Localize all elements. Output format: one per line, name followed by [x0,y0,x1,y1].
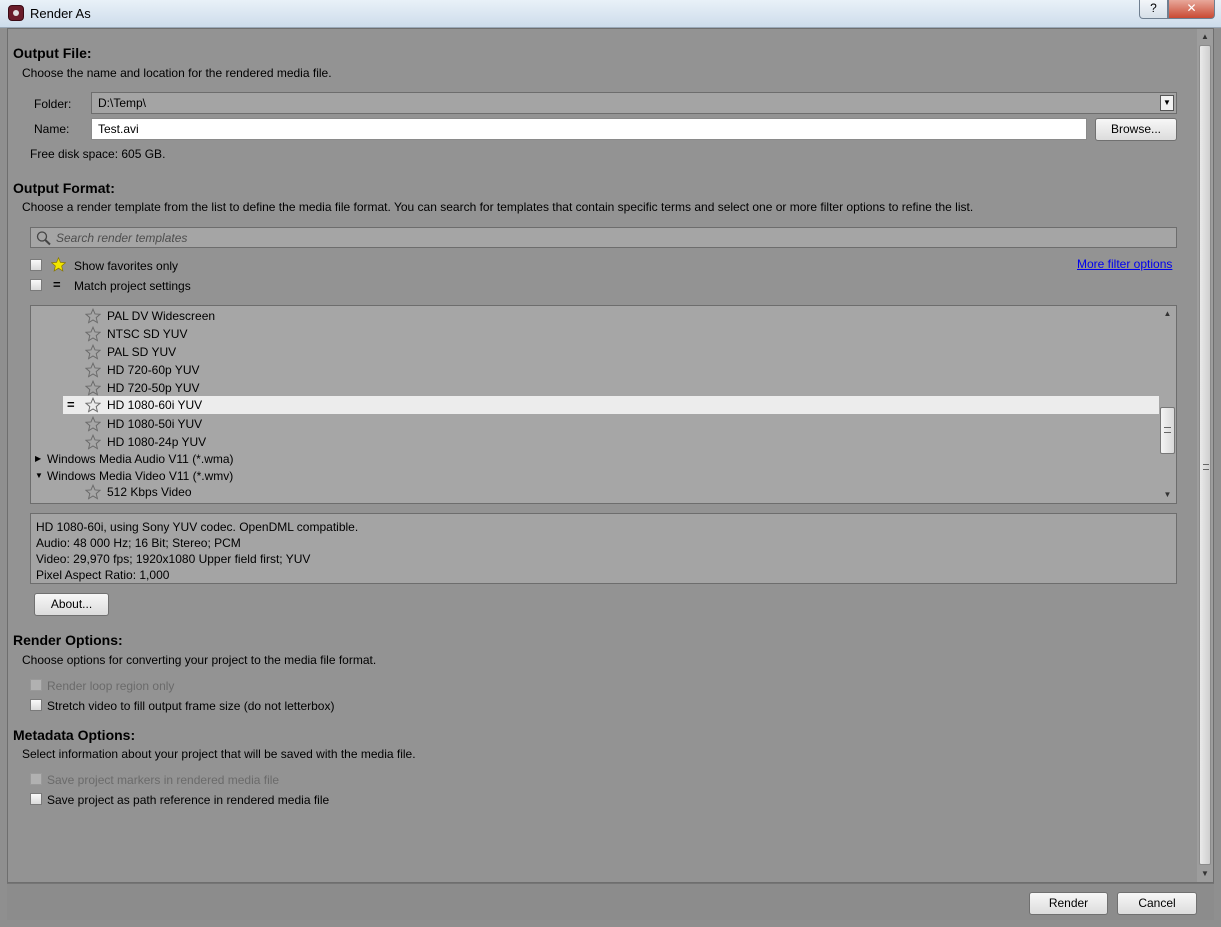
search-icon [36,231,51,246]
metadata-options-heading: Metadata Options: [13,727,136,743]
star-outline-icon[interactable] [85,308,101,324]
scroll-up-icon[interactable]: ▲ [1159,306,1176,322]
help-button[interactable]: ? [1139,0,1168,19]
close-button[interactable]: ✕ [1168,0,1215,19]
template-item[interactable]: PAL DV Widescreen [31,307,1159,325]
star-outline-icon[interactable] [85,484,101,500]
match-project-label: Match project settings [74,279,191,293]
template-item[interactable]: HD 720-50p YUV [31,379,1159,397]
star-outline-icon[interactable] [85,380,101,396]
group-label: Windows Media Video V11 (*.wmv) [47,469,234,483]
template-details: HD 1080-60i, using Sony YUV codec. OpenD… [30,513,1177,584]
template-label: PAL SD YUV [107,345,177,359]
render-options-heading: Render Options: [13,632,123,648]
save-path-reference-label: Save project as path reference in render… [47,793,330,807]
template-label: HD 1080-24p YUV [107,435,207,449]
scrollbar-thumb[interactable] [1160,407,1175,454]
template-label: HD 720-50p YUV [107,381,200,395]
template-group-wma[interactable]: ▶ Windows Media Audio V11 (*.wma) [31,450,1159,468]
render-loop-region-label: Render loop region only [47,679,175,693]
show-favorites-label: Show favorites only [74,259,179,273]
browse-button[interactable]: Browse... [1095,118,1177,141]
name-input[interactable]: Test.avi [91,118,1087,140]
folder-dropdown[interactable]: D:\Temp\ [91,92,1177,114]
folder-label: Folder: [34,97,72,111]
template-label: HD 1080-50i YUV [107,417,203,431]
template-label: NTSC SD YUV [107,327,188,341]
star-outline-icon[interactable] [85,326,101,342]
star-outline-icon[interactable] [85,362,101,378]
stretch-video-label: Stretch video to fill output frame size … [47,699,335,713]
star-outline-icon[interactable] [85,434,101,450]
template-list[interactable]: PAL DV Widescreen NTSC SD YUV PAL SD YUV… [30,305,1177,504]
template-search[interactable]: Search render templates [30,227,1177,248]
render-options-description: Choose options for converting your proje… [22,653,377,667]
group-label: Windows Media Audio V11 (*.wma) [47,452,234,466]
save-markers-checkbox[interactable] [30,773,42,785]
search-placeholder: Search render templates [56,231,188,245]
name-label: Name: [34,122,70,136]
output-format-description: Choose a render template from the list t… [22,200,974,214]
template-item[interactable]: NTSC SD YUV [31,325,1159,343]
output-file-heading: Output File: [13,45,92,61]
dialog-scrollbar[interactable]: ▲ ▼ [1197,29,1213,882]
about-button[interactable]: About... [34,593,109,616]
dialog-content: Output File: Choose the name and locatio… [7,28,1214,883]
details-line: HD 1080-60i, using Sony YUV codec. OpenD… [36,520,359,534]
template-item[interactable]: PAL SD YUV [31,343,1159,361]
details-line: Audio: 48 000 Hz; 16 Bit; Stereo; PCM [36,536,241,550]
template-item[interactable]: HD 1080-50i YUV [31,415,1159,433]
save-path-reference-checkbox[interactable] [30,793,42,805]
scroll-down-icon[interactable]: ▼ [1159,487,1176,503]
match-project-checkbox[interactable] [30,279,42,291]
star-outline-icon[interactable] [85,344,101,360]
star-outline-icon[interactable] [85,416,101,432]
title-bar: Render As ? ✕ [0,0,1221,28]
show-favorites-checkbox[interactable] [30,259,42,271]
folder-dropdown-arrow-icon[interactable]: ▼ [1160,95,1174,111]
free-disk-space: Free disk space: 605 GB. [30,147,166,161]
template-label: PAL DV Widescreen [107,309,216,323]
render-loop-region-checkbox[interactable] [30,679,42,691]
star-outline-icon[interactable] [85,397,101,413]
template-item[interactable]: HD 720-60p YUV [31,361,1159,379]
dialog-scrollbar-thumb[interactable] [1199,45,1211,865]
expand-arrow-icon[interactable]: ▶ [35,454,41,463]
window-title: Render As [30,6,91,21]
scroll-up-icon[interactable]: ▲ [1197,29,1213,45]
template-item-selected[interactable]: = HD 1080-60i YUV [63,396,1159,414]
app-icon [8,5,24,21]
folder-value: D:\Temp\ [98,96,147,110]
match-equals-icon: = [67,397,75,412]
metadata-options-description: Select information about your project th… [22,747,416,761]
template-label: 512 Kbps Video [107,485,192,499]
details-line: Video: 29,970 fps; 1920x1080 Upper field… [36,552,311,566]
collapse-arrow-icon[interactable]: ▼ [35,471,43,480]
cancel-button[interactable]: Cancel [1117,892,1197,915]
equals-icon: = [53,277,61,292]
template-item[interactable]: HD 1080-24p YUV [31,433,1159,451]
template-list-scrollbar[interactable]: ▲ ▼ [1159,306,1176,503]
scroll-down-icon[interactable]: ▼ [1197,866,1213,882]
template-label: HD 720-60p YUV [107,363,200,377]
name-value: Test.avi [98,122,139,136]
save-markers-label: Save project markers in rendered media f… [47,773,280,787]
render-button[interactable]: Render [1029,892,1108,915]
more-filter-options-link[interactable]: More filter options [1077,257,1172,271]
template-label: HD 1080-60i YUV [107,398,203,412]
dialog-footer: Render Cancel [7,883,1214,920]
stretch-video-checkbox[interactable] [30,699,42,711]
output-format-heading: Output Format: [13,180,115,196]
template-item[interactable]: 512 Kbps Video [31,483,1159,501]
details-line: Pixel Aspect Ratio: 1,000 [36,568,170,582]
output-file-description: Choose the name and location for the ren… [22,66,332,80]
favorite-star-icon [51,257,66,272]
